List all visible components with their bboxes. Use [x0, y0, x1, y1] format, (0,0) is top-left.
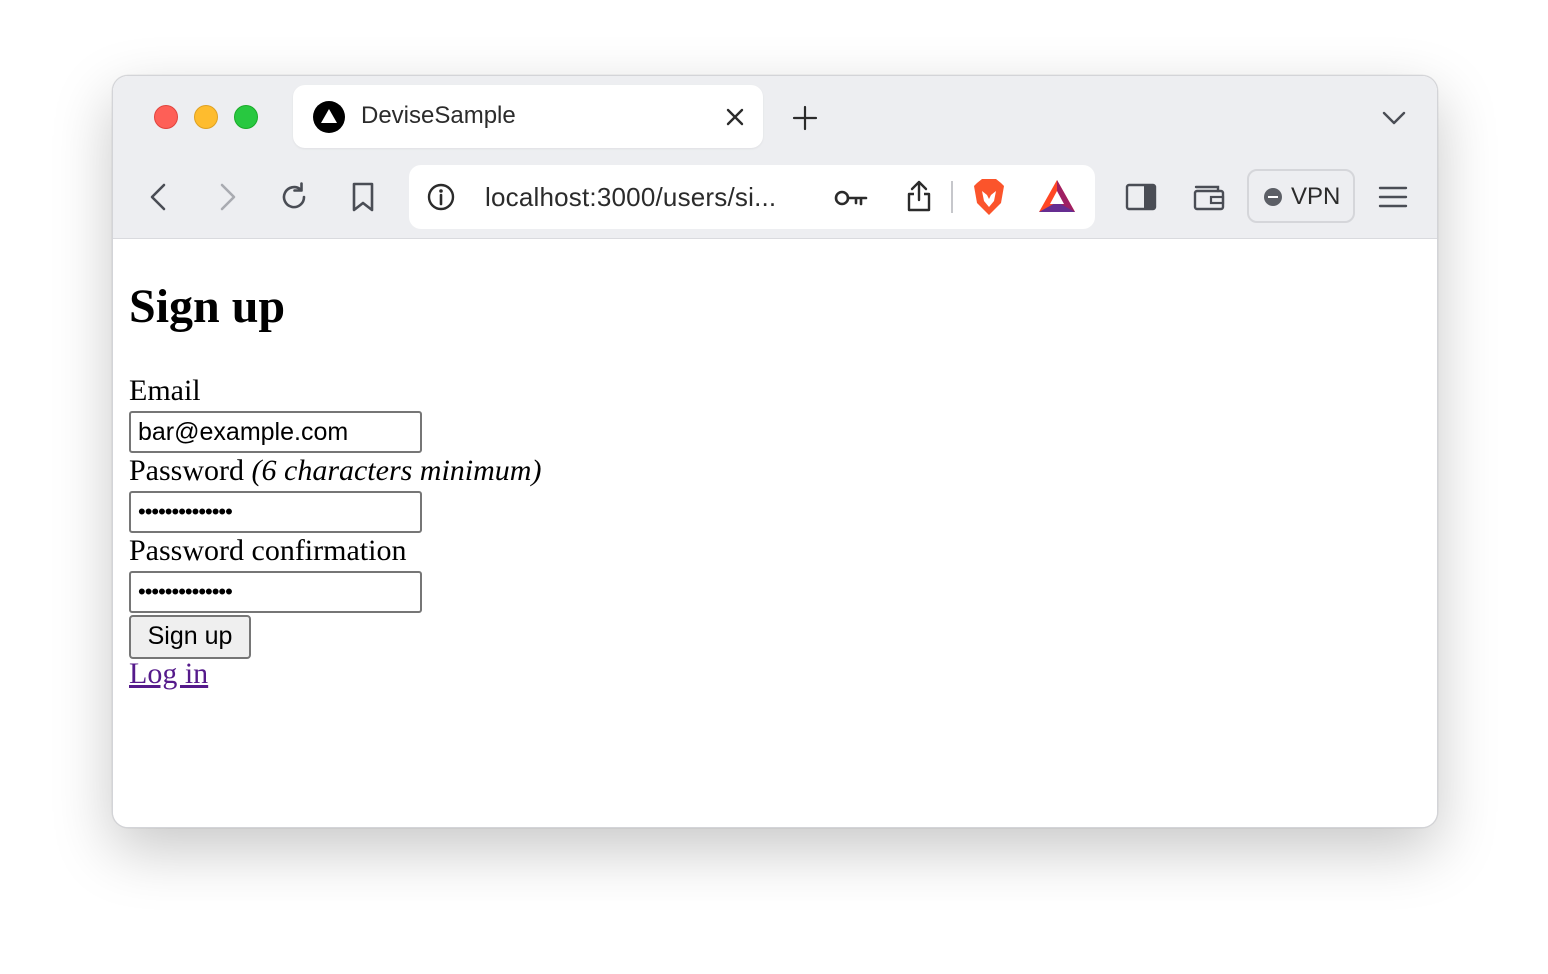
brave-shields-icon[interactable] — [971, 177, 1007, 217]
password-field[interactable]: •••••••••••••• — [129, 491, 422, 533]
password-confirmation-label: Password confirmation — [129, 534, 407, 567]
bookmark-icon[interactable] — [345, 179, 381, 215]
log-in-link[interactable]: Log in — [129, 657, 208, 691]
back-icon[interactable] — [141, 179, 177, 215]
close-tab-icon[interactable] — [723, 105, 747, 129]
password-confirmation-field[interactable]: •••••••••••••• — [129, 571, 422, 613]
address-bar[interactable]: localhost:3000/users/si... — [409, 165, 1095, 229]
new-tab-icon[interactable] — [791, 104, 819, 132]
tab-bar: DeviseSample — [113, 76, 1437, 157]
vpn-button[interactable]: VPN — [1247, 169, 1355, 223]
maximize-window-button[interactable] — [234, 105, 258, 129]
page-content: Sign up Email bar@example.com Password (… — [113, 239, 1437, 827]
email-field[interactable]: bar@example.com — [129, 411, 422, 453]
browser-window: DeviseSample localhost:3000/users/si... … — [112, 75, 1438, 828]
site-info-icon[interactable] — [425, 181, 457, 213]
vpn-status-icon — [1264, 188, 1282, 206]
tab-list-chevron-icon[interactable] — [1380, 106, 1408, 130]
address-bar-divider — [951, 181, 953, 213]
share-icon[interactable] — [903, 179, 935, 213]
password-hint: (6 characters minimum) — [251, 454, 542, 487]
minimize-window-button[interactable] — [194, 105, 218, 129]
forward-icon[interactable] — [209, 179, 245, 215]
vpn-label: VPN — [1291, 183, 1341, 210]
password-label-row: Password (6 characters minimum) — [129, 454, 541, 488]
url-text[interactable]: localhost:3000/users/si... — [485, 182, 776, 213]
page-title: Sign up — [129, 280, 286, 333]
sidebar-icon[interactable] — [1123, 179, 1159, 215]
password-key-icon[interactable] — [833, 183, 869, 213]
password-label: Password — [129, 454, 245, 487]
sign-up-button[interactable]: Sign up — [129, 615, 251, 659]
brave-rewards-icon[interactable] — [1037, 178, 1077, 214]
reload-icon[interactable] — [276, 179, 312, 215]
wallet-icon[interactable] — [1191, 179, 1227, 215]
toolbar: localhost:3000/users/si... VPN — [113, 157, 1437, 239]
menu-icon[interactable] — [1375, 179, 1411, 215]
tab-title: DeviseSample — [361, 102, 516, 129]
email-label: Email — [129, 374, 201, 407]
close-window-button[interactable] — [154, 105, 178, 129]
triangle-logo-icon — [313, 101, 345, 133]
tab-active[interactable]: DeviseSample — [293, 85, 763, 148]
